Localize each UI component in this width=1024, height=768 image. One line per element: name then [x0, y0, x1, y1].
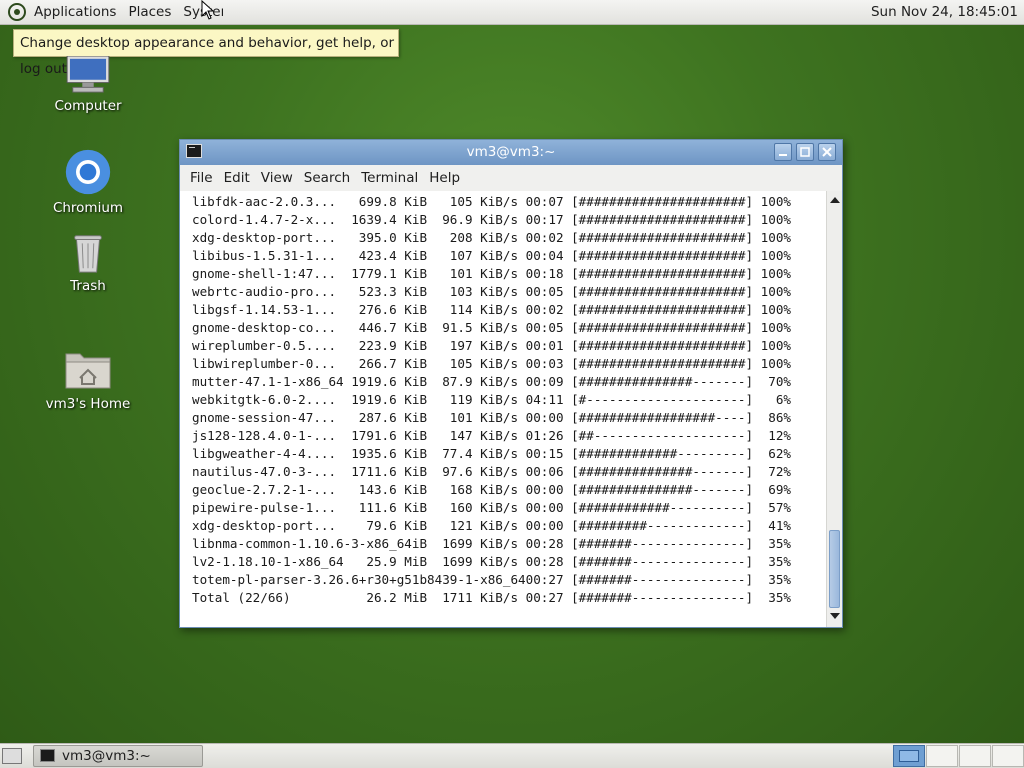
minimize-icon: [779, 154, 787, 156]
tooltip: Change desktop appearance and behavior, …: [13, 29, 399, 77]
computer-icon: [66, 56, 110, 93]
maximize-icon: [800, 147, 810, 157]
desktop-icon-label: Trash: [70, 278, 106, 294]
window-title: vm3@vm3:~: [466, 144, 556, 160]
scroll-up-icon[interactable]: [830, 197, 840, 203]
window-titlebar[interactable]: vm3@vm3:~: [180, 140, 842, 165]
desktop-icon-trash[interactable]: Trash: [38, 230, 138, 294]
scroll-down-icon[interactable]: [830, 613, 840, 619]
terminal-line: colord-1.4.7-2-x... 1639.4 KiB 96.9 KiB/…: [192, 212, 791, 227]
chromium-icon: [65, 149, 111, 195]
menu-places[interactable]: Places: [122, 0, 177, 25]
taskbar-terminal-button[interactable]: vm3@vm3:~: [33, 745, 203, 767]
menu-search[interactable]: Search: [298, 170, 355, 186]
bottom-panel: vm3@vm3:~: [0, 743, 1024, 768]
desktop-icon-home[interactable]: vm3's Home: [38, 348, 138, 412]
terminal-line: wireplumber-0.5.... 223.9 KiB 197 KiB/s …: [192, 338, 791, 353]
terminal-output[interactable]: libfdk-aac-2.0.3... 699.8 KiB 105 KiB/s …: [180, 191, 826, 627]
show-desktop-icon[interactable]: [2, 748, 22, 764]
desktop-icon-label: vm3's Home: [45, 396, 131, 412]
desktop-icon-computer[interactable]: Computer: [38, 56, 138, 114]
terminal-line: libibus-1.5.31-1... 423.4 KiB 107 KiB/s …: [192, 248, 791, 263]
top-panel: Applications Places System Sun Nov 24, 1…: [0, 0, 1024, 25]
terminal-icon: [40, 749, 55, 762]
menu-edit[interactable]: Edit: [218, 170, 255, 186]
menu-terminal[interactable]: Terminal: [355, 170, 423, 186]
terminal-menubar: File Edit View Search Terminal Help: [180, 165, 842, 191]
trash-icon: [74, 235, 102, 273]
terminal-line: webkitgtk-6.0-2.... 1919.6 KiB 119 KiB/s…: [192, 392, 791, 407]
terminal-line: js128-128.4.0-1-... 1791.6 KiB 147 KiB/s…: [192, 428, 791, 443]
workspace-1[interactable]: [893, 745, 925, 767]
workspace-2[interactable]: [926, 745, 958, 767]
terminal-line: lv2-1.18.10-1-x86_64 25.9 MiB 1699 KiB/s…: [192, 554, 791, 569]
taskbar-label: vm3@vm3:~: [62, 748, 151, 764]
menu-file[interactable]: File: [180, 170, 218, 186]
terminal-line: libwireplumber-0... 266.7 KiB 105 KiB/s …: [192, 356, 791, 371]
close-icon: [822, 147, 832, 157]
terminal-line: webrtc-audio-pro... 523.3 KiB 103 KiB/s …: [192, 284, 791, 299]
terminal-line: libgsf-1.14.53-1... 276.6 KiB 114 KiB/s …: [192, 302, 791, 317]
terminal-line: mutter-47.1-1-x86_64 1919.6 KiB 87.9 KiB…: [192, 374, 791, 389]
terminal-line: Total (22/66) 26.2 MiB 1711 KiB/s 00:27 …: [192, 590, 791, 605]
home-folder-icon: [65, 353, 111, 389]
terminal-line: nautilus-47.0-3-... 1711.6 KiB 97.6 KiB/…: [192, 464, 791, 479]
terminal-line: libfdk-aac-2.0.3... 699.8 KiB 105 KiB/s …: [192, 194, 791, 209]
terminal-line: pipewire-pulse-1... 111.6 KiB 160 KiB/s …: [192, 500, 791, 515]
mouse-pointer-icon: [201, 0, 215, 20]
vertical-scrollbar[interactable]: [826, 191, 842, 627]
terminal-line: xdg-desktop-port... 79.6 KiB 121 KiB/s 0…: [192, 518, 791, 533]
minimize-button[interactable]: [774, 143, 792, 161]
terminal-line: libgweather-4-4.... 1935.6 KiB 77.4 KiB/…: [192, 446, 791, 461]
desktop-icon-label: Chromium: [52, 200, 124, 216]
desktop-icon-label: Computer: [54, 98, 122, 114]
menu-view[interactable]: View: [255, 170, 298, 186]
workspace-4[interactable]: [992, 745, 1024, 767]
clock[interactable]: Sun Nov 24, 18:45:01: [871, 0, 1018, 25]
terminal-line: xdg-desktop-port... 395.0 KiB 208 KiB/s …: [192, 230, 791, 245]
close-button[interactable]: [818, 143, 836, 161]
menu-applications[interactable]: Applications: [28, 0, 122, 25]
terminal-line: gnome-shell-1:47... 1779.1 KiB 101 KiB/s…: [192, 266, 791, 281]
terminal-line: totem-pl-parser-3.26.6+r30+g51b8439-1-x8…: [192, 572, 791, 587]
desktop-icon-chromium[interactable]: Chromium: [38, 148, 138, 216]
distro-logo-icon[interactable]: [8, 3, 26, 21]
menu-help[interactable]: Help: [423, 170, 465, 186]
workspace-3[interactable]: [959, 745, 991, 767]
terminal-line: gnome-desktop-co... 446.7 KiB 91.5 KiB/s…: [192, 320, 791, 335]
terminal-line: gnome-session-47... 287.6 KiB 101 KiB/s …: [192, 410, 791, 425]
terminal-line: libnma-common-1.10.6-3-x86_64iB 1699 KiB…: [192, 536, 791, 551]
scrollbar-thumb[interactable]: [829, 530, 840, 608]
terminal-window[interactable]: vm3@vm3:~ File Edit View Search Terminal…: [179, 139, 843, 628]
maximize-button[interactable]: [796, 143, 814, 161]
terminal-line: geoclue-2.7.2-1-... 143.6 KiB 168 KiB/s …: [192, 482, 791, 497]
